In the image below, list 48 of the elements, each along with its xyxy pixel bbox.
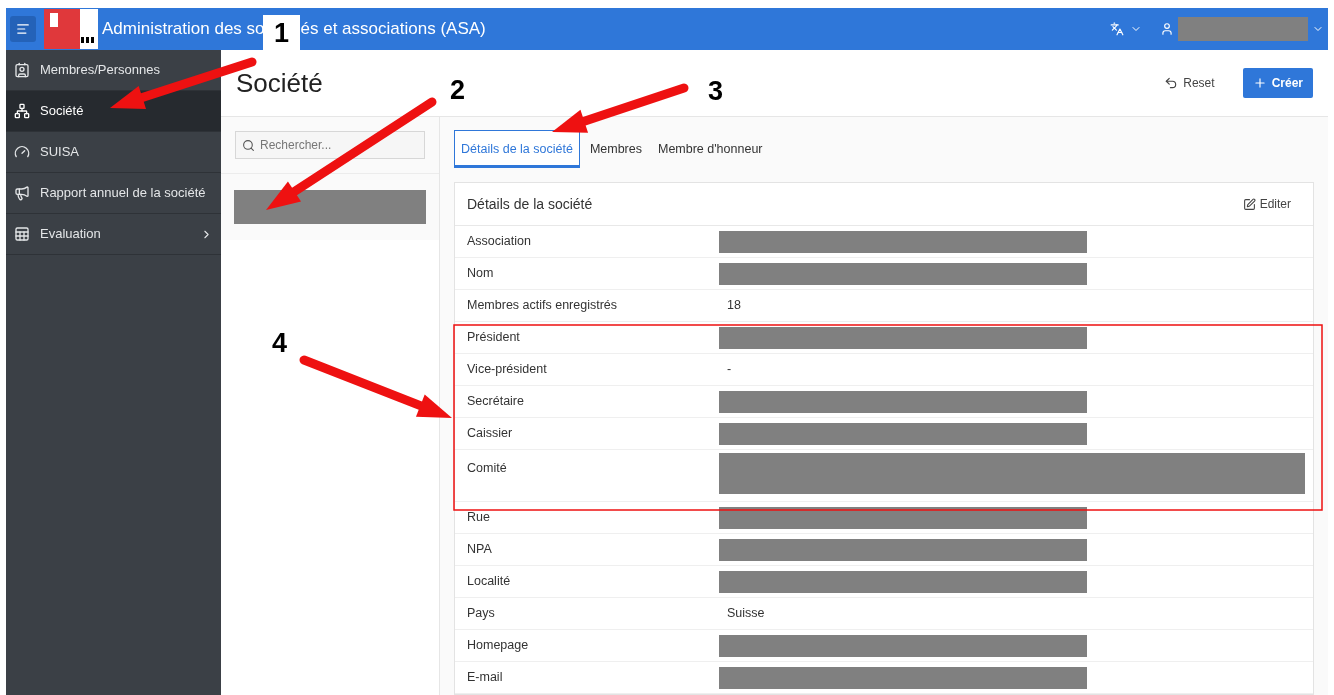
- field-label: Pays: [466, 605, 496, 623]
- field-label: Comité: [466, 460, 508, 477]
- hierarchy-icon: [14, 103, 30, 119]
- search-field[interactable]: Rechercher...: [235, 131, 425, 159]
- field-label: E-mail: [466, 669, 504, 687]
- field-label: Président: [466, 329, 521, 347]
- page-title: Société: [236, 66, 323, 100]
- logo-icon: [44, 9, 98, 49]
- plus-icon: [1252, 76, 1267, 90]
- field-label: Caissier: [466, 425, 514, 443]
- field-value: -: [726, 361, 732, 379]
- app-title: és et associations (ASA): [300, 18, 486, 41]
- field-label: NPA: [466, 541, 493, 559]
- search-icon: [242, 139, 255, 152]
- create-button[interactable]: Créer: [1242, 68, 1313, 98]
- tab[interactable]: Membres: [583, 130, 648, 168]
- tab[interactable]: Membre d'honneur: [651, 130, 769, 168]
- contact-card-icon: [14, 62, 30, 78]
- field-label: Vice-président: [466, 361, 548, 379]
- gauge-icon: [14, 144, 30, 160]
- table-icon: [14, 226, 30, 242]
- translate-icon: [1110, 22, 1124, 36]
- field-label: Association: [466, 233, 532, 251]
- megaphone-icon: [14, 185, 30, 201]
- field-label: Membres actifs enregistrés: [466, 297, 619, 315]
- annotation-number: 1: [263, 15, 300, 51]
- sidebar-item[interactable]: Evaluation: [6, 214, 221, 255]
- sidebar-item[interactable]: Société: [6, 91, 221, 132]
- field-label: Nom: [466, 265, 495, 283]
- field-label: Rue: [466, 509, 491, 527]
- user-icon: [1160, 22, 1174, 36]
- edit-button[interactable]: Editer: [1242, 195, 1291, 213]
- field-label: Secrétaire: [466, 393, 525, 411]
- undo-icon: [1164, 76, 1179, 90]
- tab[interactable]: Détails de la société: [454, 130, 580, 168]
- language-button[interactable]: [1110, 22, 1142, 36]
- edit-icon: [1242, 197, 1256, 211]
- field-value: 18: [726, 297, 741, 315]
- annotation-number: 3: [708, 75, 724, 108]
- field-label: Homepage: [466, 637, 530, 655]
- annotation-number: 2: [450, 74, 466, 107]
- menu-icon: [16, 22, 30, 36]
- field-label: Localité: [466, 573, 512, 591]
- field-value: Suisse: [726, 605, 765, 623]
- annotation-number: 4: [272, 327, 288, 360]
- card-title: Détails de la société: [467, 194, 594, 214]
- reset-button[interactable]: Reset: [1160, 74, 1219, 92]
- menu-button[interactable]: [10, 16, 36, 42]
